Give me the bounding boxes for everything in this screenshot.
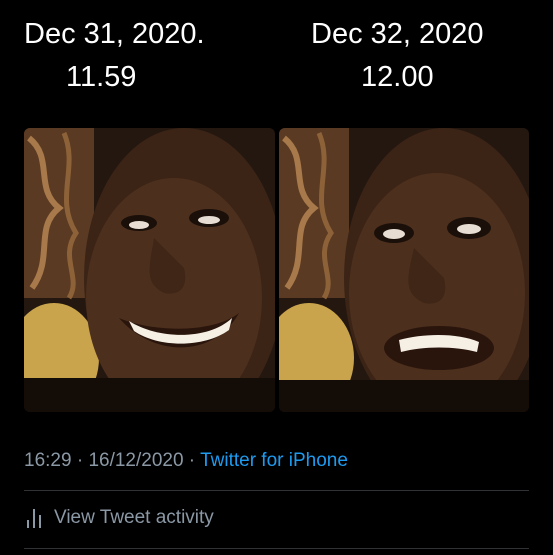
- tweet-meta-separator: ·: [71, 450, 89, 471]
- divider: [24, 548, 529, 549]
- view-tweet-activity-label: View Tweet activity: [54, 507, 214, 528]
- tweet-meta-separator: ·: [183, 450, 201, 471]
- view-tweet-activity-button[interactable]: View Tweet activity: [26, 505, 214, 531]
- meme-caption-left-date: Dec 31, 2020.: [24, 18, 205, 50]
- tweet-date: 16/12/2020: [88, 450, 184, 471]
- shocked-face-illustration: [279, 128, 529, 412]
- tweet-source-link[interactable]: Twitter for iPhone: [200, 450, 348, 471]
- tweet-time: 16:29: [24, 450, 72, 471]
- meme-photo-smiling[interactable]: [24, 128, 275, 412]
- meme-caption-right-date: Dec 32, 2020: [311, 18, 484, 50]
- tweet-metadata: 16:29 · 16/12/2020 · Twitter for iPhone: [24, 449, 348, 473]
- meme-photo-shocked[interactable]: [279, 128, 529, 412]
- smiling-face-illustration: [24, 128, 275, 412]
- meme-caption-right-time: 12.00: [361, 61, 434, 93]
- bar-chart-icon: [26, 508, 44, 528]
- divider: [24, 490, 529, 491]
- meme-caption-left-time: 11.59: [66, 61, 137, 93]
